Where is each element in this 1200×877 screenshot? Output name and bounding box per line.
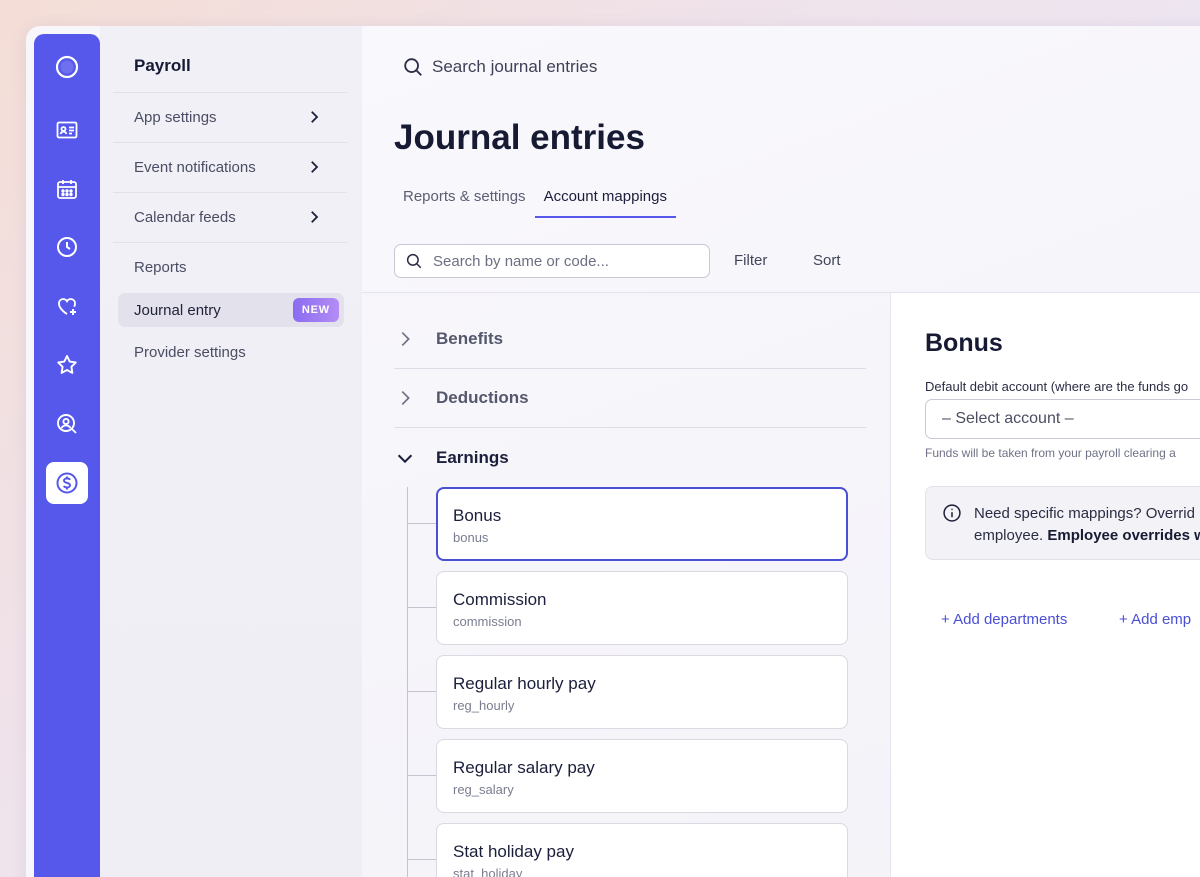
filter-button[interactable]: Filter: [734, 252, 767, 269]
global-search-label: Search journal entries: [432, 57, 598, 76]
earning-code: reg_salary: [453, 782, 514, 797]
nav-item-provider-settings[interactable]: Provider settings: [113, 335, 347, 369]
earning-item-commission[interactable]: Commission commission: [436, 571, 848, 645]
employee-overrides-text: Employee overrides w: [1047, 527, 1200, 544]
logo-icon[interactable]: [47, 47, 87, 87]
nav-item-app-settings[interactable]: App settings: [113, 92, 347, 142]
info-line-2: employee. Employee overrides w: [974, 525, 1200, 547]
earning-item-stat-holiday[interactable]: Stat holiday pay stat_holiday: [436, 823, 848, 877]
earning-name: Bonus: [453, 506, 502, 525]
tree-branch: [407, 859, 437, 860]
earning-item-bonus[interactable]: Bonus bonus: [436, 487, 848, 561]
id-card-icon[interactable]: [47, 110, 87, 150]
nav-item-label: Journal entry: [134, 301, 221, 319]
detail-panel: Bonus Default debit account (where are t…: [890, 293, 1200, 877]
debit-account-select[interactable]: – Select account –: [925, 399, 1200, 439]
earning-code: bonus: [453, 530, 489, 545]
tree-line: [407, 487, 408, 877]
settings-nav: Payroll App settings Event notifications…: [100, 26, 362, 877]
user-search-icon[interactable]: [47, 404, 87, 444]
chevron-right-icon: [401, 390, 410, 406]
calendar-icon[interactable]: [47, 169, 87, 209]
earning-code: stat_holiday: [453, 866, 523, 877]
page-title: Journal entries: [394, 118, 645, 157]
nav-item-label: Calendar feeds: [134, 209, 236, 226]
tree-branch: [407, 607, 437, 608]
search-icon: [406, 253, 422, 269]
nav-item-event-notifications[interactable]: Event notifications: [113, 142, 347, 192]
category-label: Deductions: [436, 388, 529, 407]
info-line-1: Need specific mappings? Overrid: [974, 505, 1195, 522]
category-earnings[interactable]: Earnings: [394, 428, 866, 487]
tab-reports-settings[interactable]: Reports & settings: [394, 186, 535, 218]
new-badge: NEW: [292, 298, 339, 322]
tree-branch: [407, 691, 437, 692]
earning-item-regular-salary[interactable]: Regular salary pay reg_salary: [436, 739, 848, 813]
category-label: Earnings: [436, 447, 509, 467]
nav-item-reports[interactable]: Reports: [113, 242, 347, 292]
earning-name: Regular hourly pay: [453, 674, 596, 693]
nav-item-calendar-feeds[interactable]: Calendar feeds: [113, 192, 347, 242]
nav-item-label: Event notifications: [134, 159, 256, 176]
earning-name: Regular salary pay: [453, 758, 595, 777]
category-benefits[interactable]: Benefits: [394, 310, 866, 369]
nav-item-label: Reports: [134, 259, 187, 276]
clock-icon[interactable]: [47, 227, 87, 267]
search-placeholder: Search by name or code...: [433, 252, 609, 270]
main-content: Search journal entries Journal entries R…: [362, 26, 1200, 877]
star-icon[interactable]: [47, 345, 87, 385]
earning-item-regular-hourly[interactable]: Regular hourly pay reg_hourly: [436, 655, 848, 729]
add-departments-link[interactable]: + Add departments: [941, 611, 1067, 628]
debit-account-helper: Funds will be taken from your payroll cl…: [925, 446, 1176, 460]
earning-code: commission: [453, 614, 522, 629]
chevron-down-icon: [397, 454, 413, 463]
info-line-2-text: employee.: [974, 527, 1048, 544]
nav-title: Payroll: [134, 56, 191, 75]
category-deductions[interactable]: Deductions: [394, 369, 866, 428]
tree-branch: [407, 775, 437, 776]
detail-title: Bonus: [925, 329, 1003, 357]
nav-item-journal-entry[interactable]: Journal entry NEW: [118, 293, 344, 327]
global-search[interactable]: Search journal entries: [402, 56, 597, 78]
chevron-right-icon: [311, 111, 319, 123]
chevron-right-icon: [311, 211, 319, 223]
chevron-right-icon: [401, 331, 410, 347]
chevron-right-icon: [311, 161, 319, 173]
app-window: Payroll App settings Event notifications…: [26, 26, 1200, 877]
mapping-search-input[interactable]: Search by name or code...: [394, 244, 710, 278]
debit-account-label: Default debit account (where are the fun…: [925, 379, 1189, 394]
tabs: Reports & settings Account mappings: [394, 186, 676, 218]
search-icon: [404, 58, 422, 76]
add-employees-link[interactable]: + Add emp: [1119, 611, 1191, 628]
earning-name: Stat holiday pay: [453, 842, 574, 861]
info-banner: Need specific mappings? Overrid employee…: [925, 486, 1200, 560]
app-rail: [34, 34, 100, 877]
nav-item-label: Provider settings: [134, 343, 246, 361]
heart-plus-icon[interactable]: [47, 286, 87, 326]
info-icon: [943, 504, 961, 522]
category-label: Benefits: [436, 329, 504, 348]
tab-account-mappings[interactable]: Account mappings: [534, 186, 676, 218]
earning-code: reg_hourly: [453, 698, 515, 713]
dollar-icon[interactable]: [46, 462, 88, 504]
sort-button[interactable]: Sort: [813, 252, 841, 269]
nav-item-label: App settings: [134, 109, 217, 126]
earning-name: Commission: [453, 590, 547, 609]
tree-branch: [407, 523, 437, 524]
